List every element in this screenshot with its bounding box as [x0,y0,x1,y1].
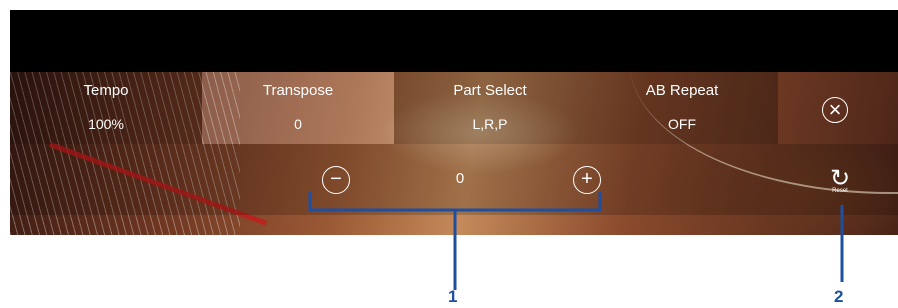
tab-transpose-label: Transpose [262,82,334,99]
tab-transpose[interactable]: Transpose 0 [202,72,394,144]
tab-ab-repeat-value: OFF [668,116,696,132]
function-tabs: Tempo 100% Transpose 0 Part Select L,R,P… [10,72,898,144]
close-icon[interactable]: × [822,97,848,123]
tab-ab-repeat-label: AB Repeat [645,82,719,99]
tab-tempo-value: 100% [88,116,124,132]
tab-tempo[interactable]: Tempo 100% [10,72,202,144]
transpose-value: 0 [455,170,465,187]
callout-label-2: 2 [834,287,844,306]
tab-tempo-label: Tempo [83,82,129,99]
top-black-strip [10,10,898,72]
tab-ab-repeat[interactable]: AB Repeat OFF [586,72,778,144]
tab-part-select-label: Part Select [453,82,527,99]
tab-transpose-value: 0 [294,116,302,132]
reset-icon: ↻ [829,165,851,192]
callout-label-1: 1 [448,287,458,306]
tab-part-select[interactable]: Part Select L,R,P [394,72,586,144]
reset-button[interactable]: ↻ Reset [825,165,855,195]
callout-line-2 [840,205,844,282]
callout-bracket-1 [308,192,602,290]
tab-part-select-value: L,R,P [472,116,508,132]
